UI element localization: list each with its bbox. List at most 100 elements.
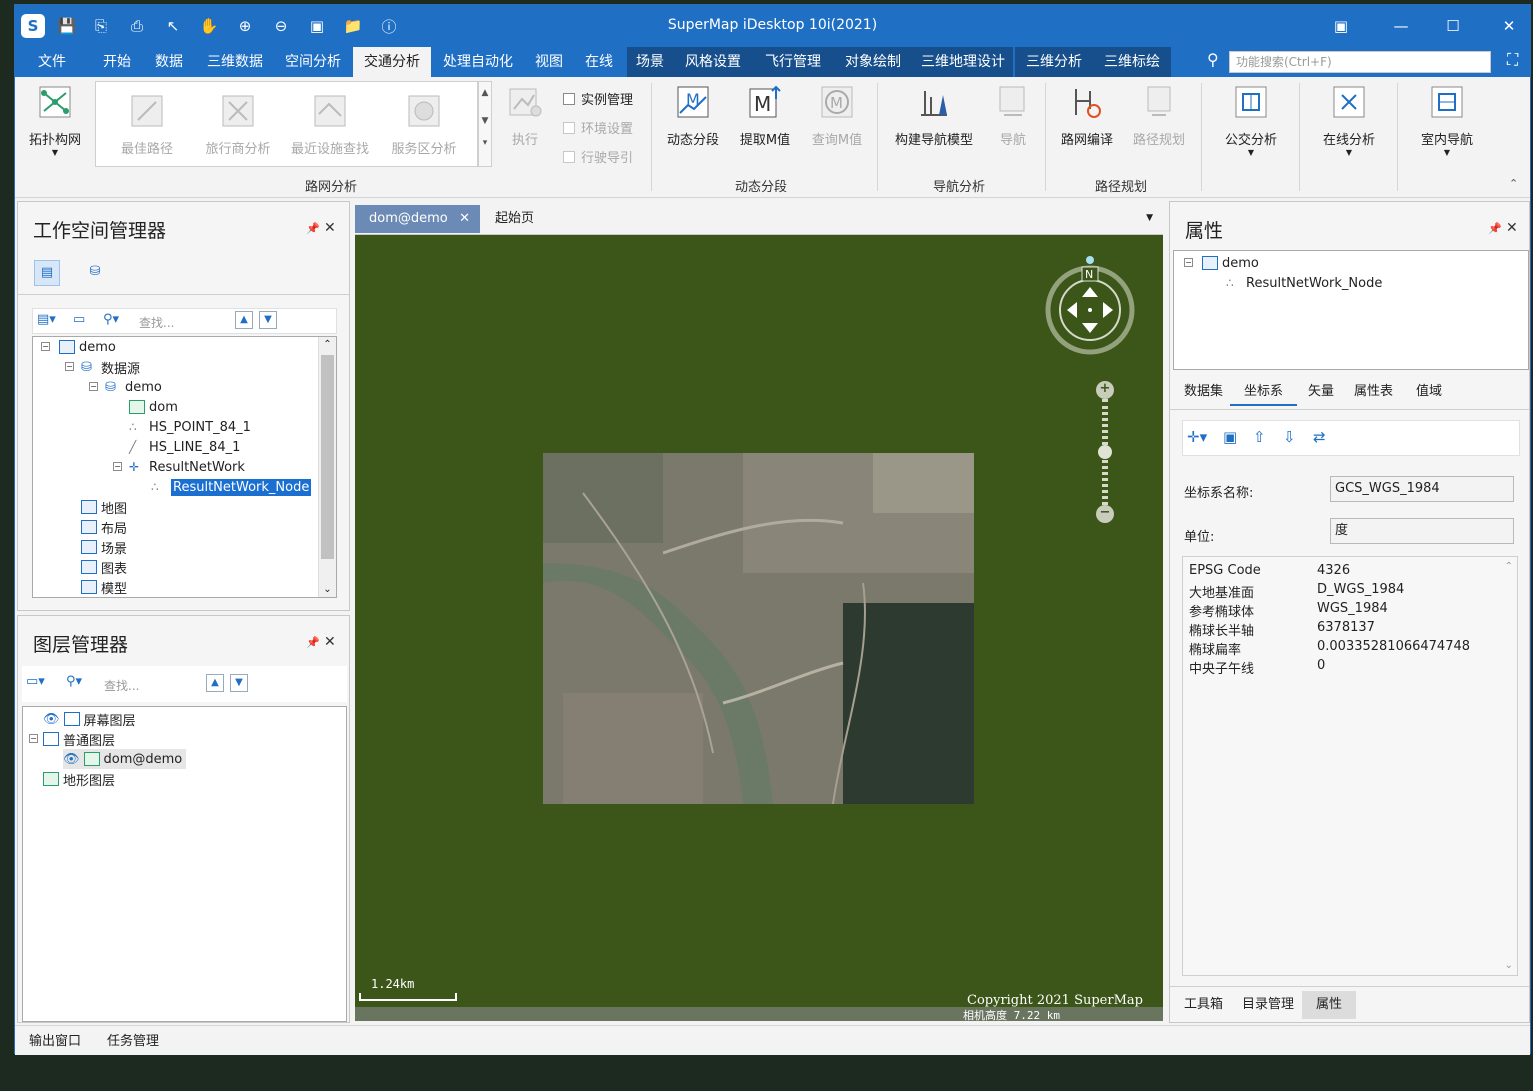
scroll-thumb[interactable] (321, 355, 334, 559)
close-panel-icon[interactable]: ✕ (324, 634, 336, 650)
tree-dataset-network-node[interactable]: ∴ ResultNetWork_Node (151, 477, 312, 497)
workspace-tab-icon[interactable]: ▤ (34, 260, 60, 286)
function-search-input[interactable]: 功能搜索(Ctrl+F) (1229, 51, 1491, 73)
menu-view[interactable]: 视图 (527, 47, 571, 77)
prop-tab-dataset[interactable]: 数据集 (1170, 378, 1237, 406)
zoom-thumb[interactable] (1098, 445, 1112, 459)
visible-eye-icon[interactable]: 👁 (43, 712, 60, 727)
tree-dataset-point[interactable]: ∴ HS_POINT_84_1 (129, 417, 251, 437)
fullscreen-icon[interactable]: ⛶ (1507, 50, 1518, 70)
indoor-nav-button[interactable]: 室内导航 ▼ (1411, 85, 1483, 157)
tree-datasources[interactable]: ⛁ 数据源 (81, 357, 140, 377)
pin-icon[interactable]: 📌 (1488, 222, 1502, 235)
menu-data[interactable]: 数据 (147, 47, 189, 77)
export-coord-icon[interactable]: ⇧ (1253, 428, 1266, 446)
tab-dom-demo[interactable]: dom@demo ✕ (355, 205, 480, 233)
view-mode-icon[interactable]: ▤▾ (37, 312, 56, 327)
menu-file[interactable]: 文件 (29, 47, 75, 77)
online-analysis-button[interactable]: 在线分析 ▼ (1313, 85, 1385, 157)
prop-tab-domain[interactable]: 值域 (1402, 378, 1456, 406)
close-tab-icon[interactable]: ✕ (459, 205, 470, 233)
menu-start[interactable]: 开始 (95, 47, 137, 77)
tree-workspace-root[interactable]: demo (59, 337, 116, 357)
prop-tab-attr[interactable]: 属性表 (1340, 378, 1407, 406)
import-coord-icon[interactable]: ⇩ (1283, 428, 1296, 446)
zoom-slider[interactable]: + − (1096, 381, 1114, 523)
compass-navigator[interactable]: N (1045, 255, 1145, 355)
driving-guide-check[interactable]: 行驶导引 (563, 147, 633, 166)
route-plan-button[interactable]: 路径规划 (1127, 85, 1191, 148)
tree-charts[interactable]: 图表 (81, 557, 127, 577)
unit-field[interactable]: 度 (1330, 518, 1514, 544)
tab-list-dropdown-icon[interactable]: ▼ (1146, 213, 1153, 223)
gallery-service-area[interactable]: 服务区分析 (384, 94, 464, 157)
menu-3d-geodesign[interactable]: 三维地理设计 (913, 47, 1013, 77)
menu-style[interactable]: 风格设置 (673, 47, 753, 77)
prop-tab-coord[interactable]: 坐标系 (1230, 378, 1298, 406)
visible-eye-icon[interactable]: 👁 (63, 752, 80, 767)
menu-3d-analysis[interactable]: 三维分析 (1015, 47, 1093, 77)
ribbon-options-icon[interactable]: ▣ (1327, 13, 1355, 39)
layer-normal-group[interactable]: 普通图层 (43, 729, 115, 749)
layer-screen[interactable]: 👁 屏幕图层 (43, 709, 136, 729)
output-window-tab[interactable]: 输出窗口 (15, 1028, 95, 1056)
task-manager-tab[interactable]: 任务管理 (93, 1028, 173, 1056)
instance-manage-check[interactable]: 实例管理 (563, 89, 633, 108)
collapse-icon[interactable]: − (89, 382, 98, 391)
layer-find-input[interactable]: 查找... (104, 677, 139, 694)
scroll-down-icon[interactable]: ⌄ (319, 584, 336, 595)
new-datasource-icon[interactable]: ▭ (73, 312, 85, 327)
tree-scrollbar[interactable]: ⌃ ⌄ (318, 337, 336, 597)
compile-network-button[interactable]: 路网编译 (1057, 85, 1117, 148)
workspace-find-input[interactable]: 查找... (139, 314, 174, 331)
tab-catalog[interactable]: 目录管理 (1228, 991, 1308, 1019)
prop-tree-node[interactable]: ∴ ResultNetWork_Node (1226, 273, 1382, 293)
collapse-icon[interactable]: − (65, 362, 74, 371)
move-down-icon[interactable]: ▼ (259, 311, 277, 329)
scroll-up-icon[interactable]: ⌃ (319, 339, 336, 350)
prop-tree-root[interactable]: demo (1202, 253, 1259, 273)
find-icon[interactable]: ⚲▾ (66, 674, 82, 689)
extract-m-button[interactable]: M 提取M值 (733, 85, 797, 148)
coord-set-icon[interactable]: ✛▾ (1187, 428, 1207, 446)
pin-icon[interactable]: 📌 (306, 636, 320, 649)
execute-button[interactable]: 执行 (503, 85, 547, 148)
resource-tab-icon[interactable]: ⛁ (82, 260, 108, 286)
tree-dataset-line[interactable]: ╱ HS_LINE_84_1 (129, 437, 240, 457)
tab-start-page[interactable]: 起始页 (481, 205, 548, 233)
find-icon[interactable]: ⚲▾ (103, 312, 119, 327)
tree-scenes[interactable]: 场景 (81, 537, 127, 557)
transit-analysis-button[interactable]: 公交分析 ▼ (1215, 85, 1287, 157)
scene-view[interactable]: N + − 1.24km Copyright 2021 SuperMap 相机高… (355, 235, 1163, 1021)
tree-maps[interactable]: 地图 (81, 497, 127, 517)
collapse-icon[interactable]: − (41, 342, 50, 351)
gallery-best-path[interactable]: 最佳路径 (110, 94, 184, 157)
collapse-icon[interactable]: − (113, 462, 122, 471)
navigate-button[interactable]: 导航 (991, 85, 1035, 148)
build-nav-model-button[interactable]: 构建导航模型 (889, 85, 979, 148)
layer-dom[interactable]: 👁 dom@demo (63, 749, 187, 769)
tree-dataset-network[interactable]: ✛ ResultNetWork (129, 457, 245, 477)
menu-flight[interactable]: 飞行管理 (753, 47, 833, 77)
dynamic-segment-button[interactable]: M 动态分段 (661, 85, 725, 148)
close-panel-icon[interactable]: ✕ (324, 220, 336, 236)
menu-spatial-analysis[interactable]: 空间分析 (277, 47, 349, 77)
coord-name-field[interactable]: GCS_WGS_1984 (1330, 476, 1514, 502)
tree-models[interactable]: 模型 (81, 577, 127, 597)
maximize-button[interactable]: ☐ (1439, 13, 1467, 39)
collapse-ribbon-icon[interactable]: ⌃ (1509, 177, 1518, 190)
close-panel-icon[interactable]: ✕ (1506, 220, 1518, 236)
menu-3d-plot[interactable]: 三维标绘 (1093, 47, 1171, 77)
move-up-icon[interactable]: ▲ (206, 674, 224, 692)
move-up-icon[interactable]: ▲ (235, 311, 253, 329)
gallery-tsp[interactable]: 旅行商分析 (198, 94, 278, 157)
menu-automation[interactable]: 处理自动化 (435, 47, 521, 77)
pin-icon[interactable]: 📌 (306, 222, 320, 235)
tree-datasource-demo[interactable]: ⛁ demo (105, 377, 162, 397)
close-button[interactable]: ✕ (1495, 13, 1523, 39)
move-down-icon[interactable]: ▼ (230, 674, 248, 692)
menu-transport-analysis[interactable]: 交通分析 (353, 47, 431, 77)
tree-layouts[interactable]: 布局 (81, 517, 127, 537)
scroll-down-icon[interactable]: ⌄ (1505, 960, 1513, 971)
query-m-button[interactable]: M 查询M值 (805, 85, 869, 148)
